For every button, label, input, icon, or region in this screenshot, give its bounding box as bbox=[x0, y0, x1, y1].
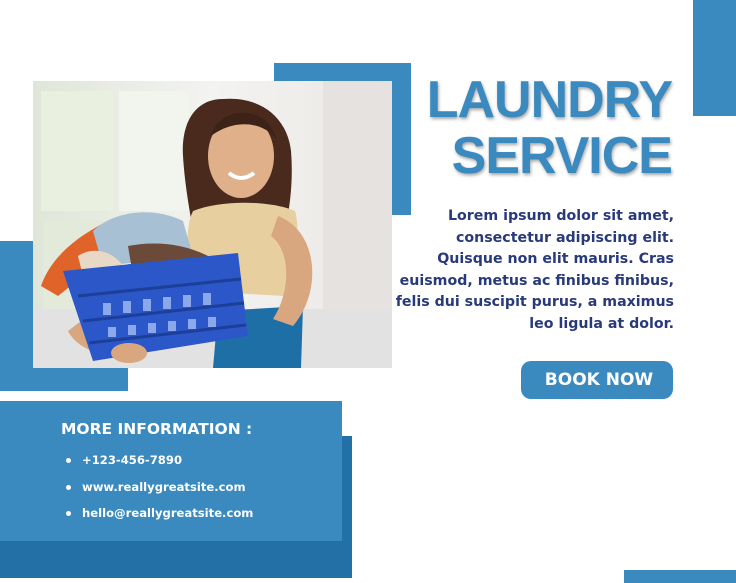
bullet-dot-icon bbox=[66, 484, 71, 490]
info-website[interactable]: www.reallygreatsite.com bbox=[64, 480, 253, 507]
title-line-2: SERVICE bbox=[451, 127, 673, 185]
decor-block-bottom-right bbox=[624, 570, 736, 583]
phone-text: +123-456-7890 bbox=[82, 453, 183, 467]
description-text: Lorem ipsum dolor sit amet, consectetur … bbox=[395, 208, 674, 332]
book-now-button[interactable]: BOOK NOW bbox=[521, 361, 673, 399]
decor-block-top-right bbox=[693, 0, 736, 116]
email-text[interactable]: hello@reallygreatsite.com bbox=[82, 506, 253, 520]
info-email[interactable]: hello@reallygreatsite.com bbox=[64, 506, 253, 533]
hero-photo bbox=[33, 81, 392, 368]
flyer: LAUNDRY SERVICE Lorem ipsum dolor sit am… bbox=[0, 0, 736, 583]
website-text[interactable]: www.reallygreatsite.com bbox=[82, 480, 246, 494]
page-title: LAUNDRY SERVICE bbox=[395, 71, 673, 185]
info-phone: +123-456-7890 bbox=[64, 453, 253, 480]
bullet-dot-icon bbox=[66, 458, 71, 463]
bullet-dot-icon bbox=[66, 511, 71, 516]
title-line-1: LAUNDRY bbox=[426, 71, 673, 129]
info-list: +123-456-7890 www.reallygreatsite.com he… bbox=[64, 453, 253, 533]
woman-with-laundry-basket-image bbox=[33, 81, 392, 368]
info-panel: MORE INFORMATION : +123-456-7890 www.rea… bbox=[0, 401, 342, 541]
info-title: MORE INFORMATION : bbox=[61, 420, 253, 438]
